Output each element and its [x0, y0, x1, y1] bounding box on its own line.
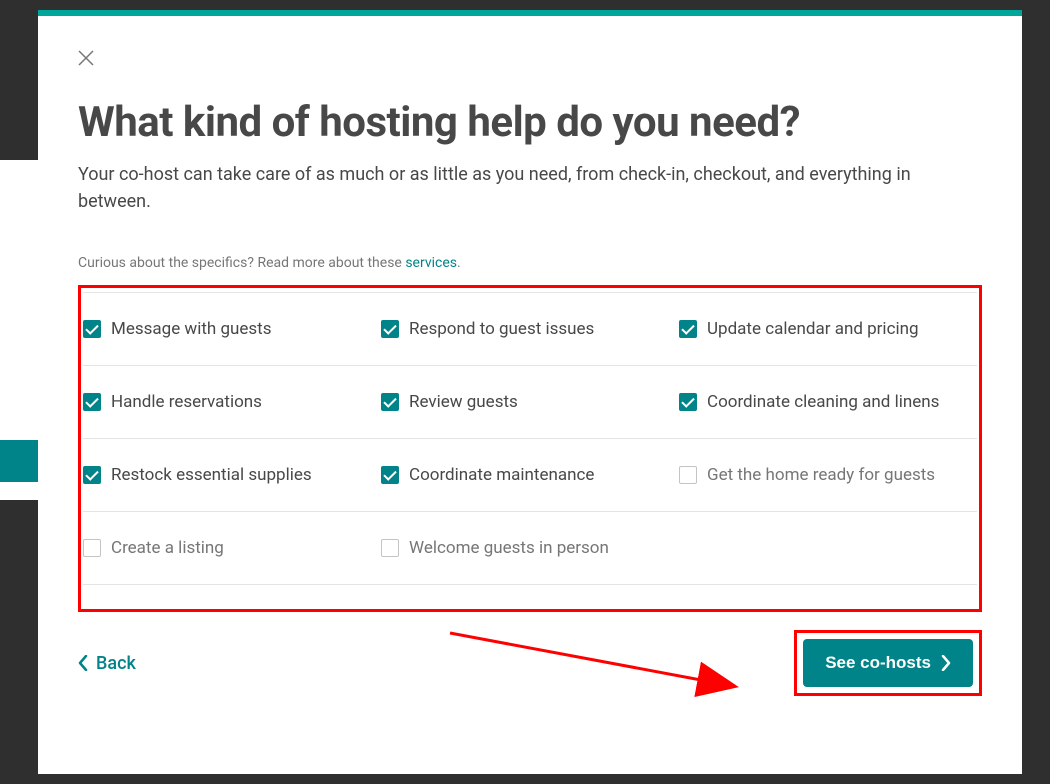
services-link[interactable]: services [405, 255, 457, 271]
options-row: Handle reservations Review guests Coordi… [83, 366, 977, 439]
tip-text: Curious about the specifics? Read more a… [78, 255, 982, 271]
option-label: Welcome guests in person [409, 538, 609, 558]
background-accent-bar [0, 440, 40, 482]
option-label: Coordinate cleaning and linens [707, 392, 939, 412]
tip-suffix: . [457, 255, 461, 271]
option-label: Respond to guest issues [409, 319, 594, 339]
modal-subtitle: Your co-host can take care of as much or… [78, 161, 982, 215]
checkbox[interactable] [381, 320, 399, 338]
option-welcome-guests-in-person: Welcome guests in person [381, 538, 679, 558]
close-icon[interactable] [78, 50, 94, 66]
option-label: Get the home ready for guests [707, 465, 935, 485]
option-get-the-home-ready-for-guests: Get the home ready for guests [679, 465, 977, 485]
options-highlight-box: Message with guests Respond to guest iss… [78, 285, 982, 612]
option-label: Create a listing [111, 538, 224, 558]
option-label: Handle reservations [111, 392, 262, 412]
option-label: Review guests [409, 392, 518, 412]
checkbox[interactable] [679, 393, 697, 411]
chevron-left-icon [78, 655, 88, 671]
hosting-help-modal: What kind of hosting help do you need? Y… [38, 10, 1022, 774]
checkbox[interactable] [679, 320, 697, 338]
checkbox[interactable] [381, 393, 399, 411]
back-label: Back [96, 653, 136, 674]
checkbox[interactable] [381, 539, 399, 557]
modal-footer: Back See co-hosts [78, 630, 982, 696]
modal-title: What kind of hosting help do you need? [78, 98, 982, 147]
option-update-calendar-and-pricing: Update calendar and pricing [679, 319, 977, 339]
options-row: Create a listing Welcome guests in perso… [83, 512, 977, 585]
options-grid: Message with guests Respond to guest iss… [83, 292, 977, 585]
option-create-a-listing: Create a listing [83, 538, 381, 558]
option-review-guests: Review guests [381, 392, 679, 412]
option-handle-reservations: Handle reservations [83, 392, 381, 412]
option-coordinate-maintenance: Coordinate maintenance [381, 465, 679, 485]
chevron-right-icon [941, 655, 951, 671]
option-label: Coordinate maintenance [409, 465, 594, 485]
option-label: Message with guests [111, 319, 272, 339]
checkbox[interactable] [83, 466, 101, 484]
checkbox[interactable] [83, 539, 101, 557]
see-co-hosts-button[interactable]: See co-hosts [803, 639, 973, 687]
option-message-with-guests: Message with guests [83, 319, 381, 339]
checkbox[interactable] [381, 466, 399, 484]
option-label: Update calendar and pricing [707, 319, 919, 339]
tip-prefix: Curious about the specifics? Read more a… [78, 255, 405, 271]
checkbox[interactable] [83, 393, 101, 411]
option-respond-to-guest-issues: Respond to guest issues [381, 319, 679, 339]
option-coordinate-cleaning-and-linens: Coordinate cleaning and linens [679, 392, 977, 412]
options-row: Message with guests Respond to guest iss… [83, 292, 977, 366]
primary-button-highlight-box: See co-hosts [794, 630, 982, 696]
option-empty [679, 538, 977, 558]
back-button[interactable]: Back [78, 653, 136, 674]
option-label: Restock essential supplies [111, 465, 312, 485]
checkbox[interactable] [679, 466, 697, 484]
option-restock-essential-supplies: Restock essential supplies [83, 465, 381, 485]
checkbox[interactable] [83, 320, 101, 338]
options-row: Restock essential supplies Coordinate ma… [83, 439, 977, 512]
primary-button-label: See co-hosts [825, 653, 931, 673]
